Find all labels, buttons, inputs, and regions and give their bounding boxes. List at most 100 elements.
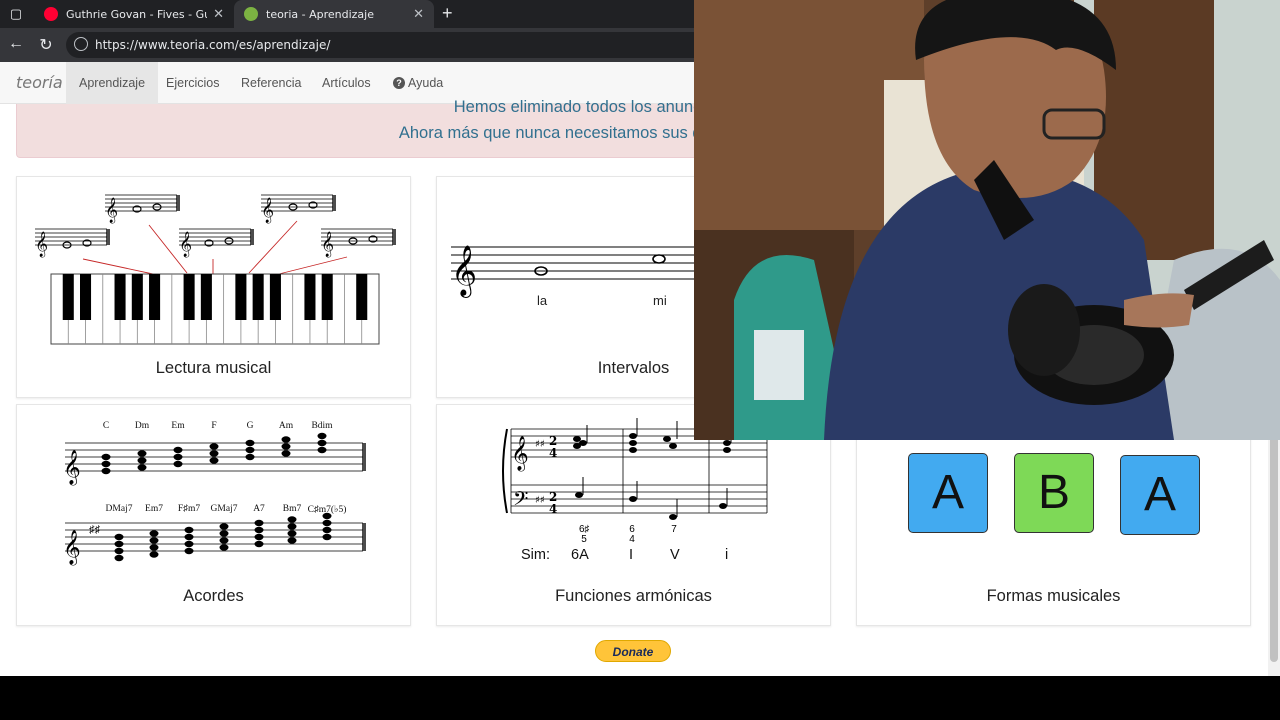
chord-note bbox=[209, 457, 219, 464]
chord-note bbox=[184, 526, 194, 534]
numeral-4: i bbox=[725, 547, 729, 563]
card-lectura-musical[interactable]: 𝄞 𝄞 𝄞 𝄞 𝄞 Lectura musical bbox=[16, 176, 411, 398]
figure-1: 6♯ 5 bbox=[579, 524, 590, 545]
chord-note bbox=[254, 526, 264, 534]
chord-note bbox=[219, 544, 229, 551]
webcam-overlay bbox=[694, 0, 1280, 440]
numeral-1: 6A bbox=[571, 547, 589, 563]
chord-note bbox=[114, 533, 124, 541]
chord-note bbox=[184, 540, 194, 548]
site-brand[interactable]: teoría bbox=[16, 73, 63, 92]
tab-teoria[interactable]: teoria - Aprendizaje ✕ bbox=[234, 0, 434, 28]
card-caption: Lectura musical bbox=[155, 359, 272, 377]
chord-note bbox=[137, 450, 147, 457]
reload-icon[interactable]: ↻ bbox=[36, 35, 56, 55]
url-text: https://www.teoria.com/es/aprendizaje/ bbox=[95, 38, 331, 52]
piano-black-key bbox=[149, 274, 161, 320]
back-icon[interactable]: ← bbox=[6, 35, 26, 53]
chord-note bbox=[254, 519, 264, 527]
url-field[interactable]: https://www.teoria.com/es/aprendizaje/ bbox=[66, 32, 706, 58]
nav-ayuda-label: Ayuda bbox=[408, 76, 444, 90]
card-caption: Acordes bbox=[183, 587, 244, 605]
chord-note bbox=[287, 516, 297, 523]
chord-note bbox=[317, 446, 327, 454]
piano-black-key bbox=[252, 274, 264, 320]
chord-label: G bbox=[246, 421, 254, 431]
chord-label: Em7 bbox=[145, 504, 163, 514]
chord-note bbox=[149, 551, 159, 558]
chord-note bbox=[287, 530, 297, 537]
chord-note bbox=[209, 443, 219, 450]
chord-note bbox=[219, 537, 229, 544]
figure-3: 7 bbox=[671, 524, 677, 535]
svg-text:𝄞: 𝄞 bbox=[35, 231, 48, 257]
youtube-favicon-icon bbox=[44, 7, 58, 21]
svg-text:𝄢: 𝄢 bbox=[513, 487, 528, 515]
chord-note bbox=[219, 523, 229, 530]
chord-note bbox=[245, 446, 255, 454]
chord-note bbox=[184, 533, 194, 541]
chord-note bbox=[322, 533, 332, 541]
chord-label: F bbox=[211, 421, 217, 431]
interval-note-2: mi bbox=[653, 293, 667, 308]
help-icon: ? bbox=[393, 77, 405, 89]
chord-note bbox=[149, 530, 159, 537]
svg-text:𝄞: 𝄞 bbox=[179, 231, 192, 257]
chord-note bbox=[209, 450, 219, 457]
chord-label: Bm7 bbox=[282, 504, 302, 514]
piano-black-key bbox=[235, 274, 247, 320]
svg-text:♯♯: ♯♯ bbox=[535, 439, 545, 450]
chord-note bbox=[101, 467, 111, 475]
svg-text:𝄞: 𝄞 bbox=[321, 231, 334, 257]
chord-note bbox=[245, 439, 255, 447]
figure-2: 6 4 bbox=[629, 524, 635, 545]
chord-note bbox=[287, 537, 297, 544]
close-tab-icon[interactable]: ✕ bbox=[213, 7, 224, 22]
chord-note bbox=[114, 554, 124, 562]
chord-label: DMaj7 bbox=[105, 504, 133, 514]
tab-guthrie[interactable]: Guthrie Govan - Fives - Guitar per ✕ bbox=[34, 0, 234, 28]
svg-text:♯♯: ♯♯ bbox=[89, 524, 101, 536]
window-menu-icon[interactable]: ▢ bbox=[6, 5, 26, 23]
donate-button[interactable]: Donate bbox=[595, 640, 671, 662]
svg-text:4: 4 bbox=[549, 502, 557, 516]
chord-note bbox=[281, 450, 291, 457]
close-tab-icon[interactable]: ✕ bbox=[413, 7, 424, 22]
piano-black-key bbox=[356, 274, 368, 320]
chord-note bbox=[322, 526, 332, 534]
chord-note bbox=[101, 453, 111, 461]
chord-note bbox=[184, 547, 194, 555]
chord-note bbox=[281, 443, 291, 450]
site-info-icon[interactable] bbox=[74, 37, 88, 51]
chord-note bbox=[317, 432, 327, 440]
svg-text:𝄞: 𝄞 bbox=[511, 436, 529, 472]
chord-note bbox=[219, 530, 229, 537]
chord-label: Bdim bbox=[311, 421, 333, 431]
chord-note bbox=[114, 547, 124, 555]
letterbox-bottom bbox=[0, 676, 1280, 720]
chord-label: Am bbox=[278, 421, 294, 431]
numeral-2: I bbox=[629, 547, 634, 563]
form-box-b: B bbox=[1014, 453, 1094, 533]
chord-note bbox=[173, 446, 183, 454]
form-box-a2: A bbox=[1120, 455, 1200, 535]
chord-note bbox=[173, 453, 183, 461]
chord-note bbox=[149, 537, 159, 544]
chord-note bbox=[173, 460, 183, 468]
sim-label: Sim: bbox=[521, 547, 550, 563]
webcam-person-illustration bbox=[694, 0, 1280, 440]
tab-title: teoria - Aprendizaje bbox=[266, 7, 374, 21]
tab-title: Guthrie Govan - Fives - Guitar per bbox=[66, 7, 207, 21]
form-box-a: A bbox=[908, 453, 988, 533]
card-acordes[interactable]: 𝄞 𝄞 ♯♯ Acordes C Dm Em F G Am Bdim DMaj7 Em7 F♯m7 G… bbox=[16, 404, 411, 626]
new-tab-icon[interactable]: + bbox=[442, 3, 453, 24]
chord-note bbox=[137, 464, 147, 471]
chord-note bbox=[149, 544, 159, 551]
piano-black-key bbox=[321, 274, 333, 320]
piano-keyboard bbox=[50, 273, 380, 345]
svg-text:𝄞: 𝄞 bbox=[63, 450, 81, 486]
chord-note bbox=[254, 533, 264, 541]
svg-text:𝄞: 𝄞 bbox=[105, 197, 118, 223]
piano-black-key bbox=[114, 274, 126, 320]
chord-note bbox=[254, 540, 264, 548]
